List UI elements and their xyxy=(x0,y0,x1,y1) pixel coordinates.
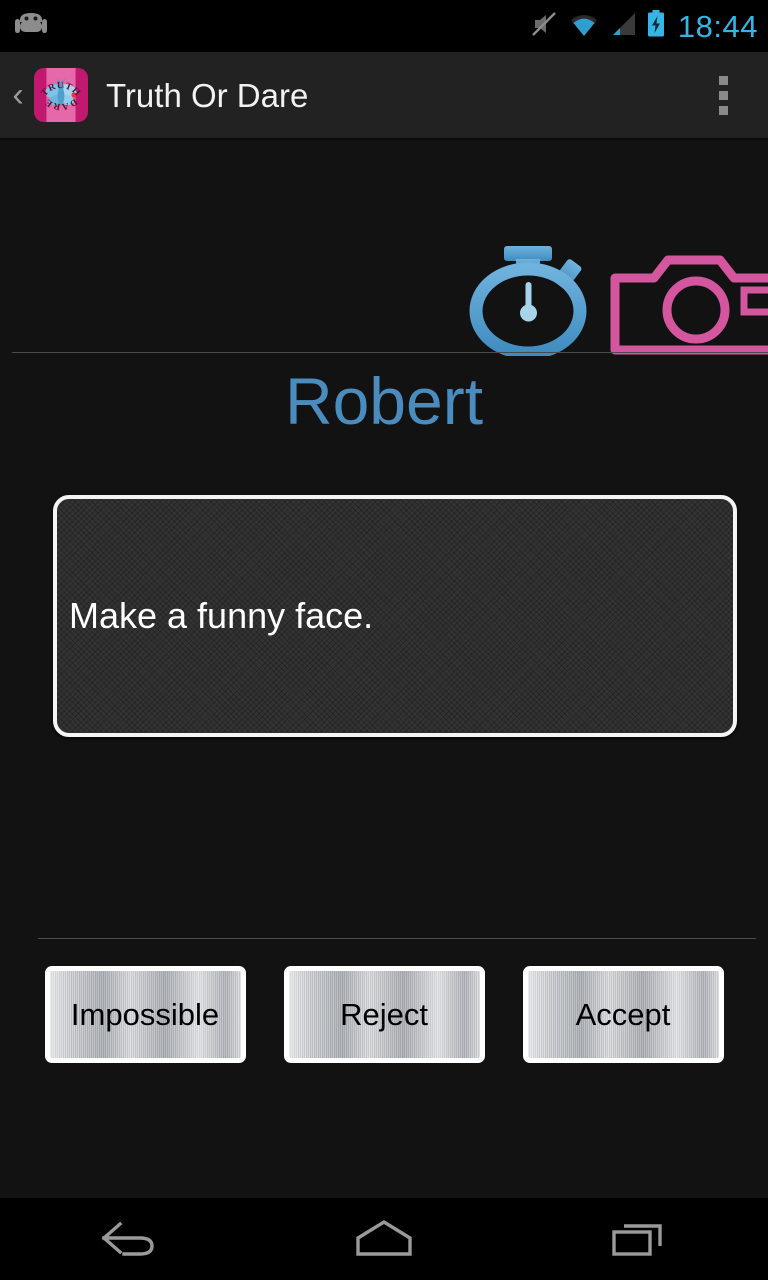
task-text: Make a funny face. xyxy=(69,595,374,637)
phone-screen: 18:44 ‹ TRUTH DARE Truth Or Dare Robert … xyxy=(0,0,768,1280)
overflow-dot xyxy=(718,90,728,100)
nav-back-button[interactable] xyxy=(0,1198,256,1280)
camera-icon[interactable] xyxy=(610,252,768,356)
status-bar-right: 18:44 xyxy=(529,9,768,44)
status-bar: 18:44 xyxy=(0,0,768,52)
turn-status-icons xyxy=(0,236,768,356)
overflow-dot xyxy=(718,105,728,115)
volume-mute-icon xyxy=(529,9,559,44)
action-bar: ‹ TRUTH DARE Truth Or Dare xyxy=(0,52,768,140)
status-bar-left xyxy=(0,13,529,39)
status-bar-clock: 18:44 xyxy=(677,8,758,44)
button-divider xyxy=(38,938,756,939)
back-chevron-icon[interactable]: ‹ xyxy=(4,78,32,112)
action-button-row: Impossible Reject Accept xyxy=(0,966,768,1063)
overflow-dot xyxy=(718,75,728,85)
page-title: Truth Or Dare xyxy=(106,76,309,114)
accept-button[interactable]: Accept xyxy=(522,966,724,1063)
reject-button[interactable]: Reject xyxy=(283,966,485,1063)
overflow-menu-icon[interactable] xyxy=(704,68,742,123)
android-mascot-icon xyxy=(14,13,48,39)
current-player-name: Robert xyxy=(284,364,484,438)
impossible-button[interactable]: Impossible xyxy=(44,966,246,1063)
task-card: Make a funny face. xyxy=(53,495,737,737)
main-content: Robert Make a funny face. Impossible Rej… xyxy=(0,140,768,1198)
icon-divider xyxy=(12,352,768,353)
app-icon[interactable]: TRUTH DARE xyxy=(34,68,88,122)
nav-home-button[interactable] xyxy=(256,1198,512,1280)
nav-recents-button[interactable] xyxy=(512,1198,768,1280)
cellular-signal-icon xyxy=(609,10,637,43)
navigation-bar xyxy=(0,1198,768,1280)
battery-charging-icon xyxy=(646,9,666,44)
stopwatch-icon[interactable] xyxy=(466,244,598,356)
wifi-icon xyxy=(568,10,600,43)
